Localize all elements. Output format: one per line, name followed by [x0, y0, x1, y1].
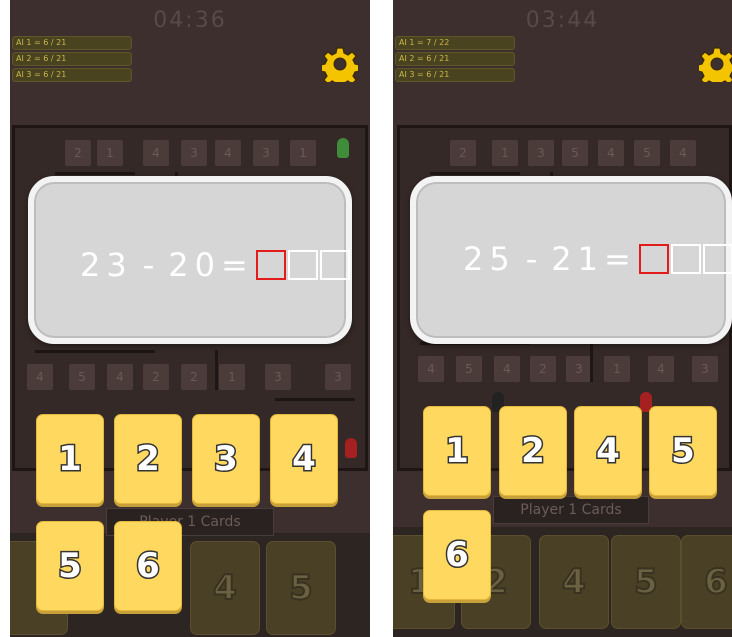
answer-box[interactable] — [287, 250, 318, 280]
board-cell: 4 — [648, 356, 674, 382]
board-cell: 4 — [143, 140, 169, 166]
board-cell: 1 — [604, 356, 630, 382]
board-cell: 3 — [181, 140, 207, 166]
maze-wall — [55, 172, 135, 175]
board-cell: 1 — [492, 140, 518, 166]
red-pawn-icon — [345, 438, 357, 458]
equation: 23 - 20 = — [80, 246, 350, 284]
number-card-6[interactable]: 6 — [114, 521, 182, 611]
operator: - — [142, 246, 161, 284]
operator: - — [525, 240, 544, 278]
answer-box[interactable] — [319, 250, 350, 280]
ai-score: AI 1 = 6 / 21 — [12, 36, 132, 50]
board-cell: 3 — [692, 356, 718, 382]
board-cell: 3 — [265, 364, 291, 390]
answer-box[interactable] — [670, 244, 701, 274]
ai-score-list: AI 1 = 7 / 22 AI 2 = 6 / 21 AI 3 = 6 / 2… — [395, 36, 515, 84]
operand-b: 20 — [168, 246, 221, 284]
operand-a: 23 — [80, 246, 133, 284]
timer: 03:44 — [525, 8, 600, 33]
board-cell: 2 — [530, 356, 556, 382]
ai-score: AI 2 = 6 / 21 — [395, 52, 515, 66]
board-cell: 3 — [325, 364, 351, 390]
operand-a: 25 — [463, 240, 516, 278]
maze-wall — [275, 398, 355, 401]
hand-card[interactable]: 4 — [190, 541, 260, 635]
number-card-2[interactable]: 2 — [114, 414, 182, 504]
equals-sign: = — [603, 240, 637, 278]
board-cell: 2 — [450, 140, 476, 166]
board-cell: 4 — [107, 364, 133, 390]
board-cell: 4 — [494, 356, 520, 382]
board-cell: 5 — [456, 356, 482, 382]
ai-score: AI 3 = 6 / 21 — [12, 68, 132, 82]
number-card-5[interactable]: 5 — [649, 406, 717, 496]
green-pawn-icon — [337, 138, 349, 158]
number-card-4[interactable]: 4 — [270, 414, 338, 504]
board-cell: 2 — [143, 364, 169, 390]
board-cell: 4 — [670, 140, 696, 166]
answer-box[interactable] — [255, 250, 286, 280]
board-cell: 3 — [566, 356, 592, 382]
board-cell: 4 — [598, 140, 624, 166]
number-card-6[interactable]: 6 — [423, 510, 491, 600]
player-cards-label: Player 1 Cards — [493, 496, 649, 524]
board-cell: 5 — [562, 140, 588, 166]
board-cell: 5 — [69, 364, 95, 390]
board-cell: 4 — [27, 364, 53, 390]
equals-sign: = — [220, 246, 254, 284]
gear-icon[interactable] — [322, 46, 358, 82]
number-card-2[interactable]: 2 — [499, 406, 567, 496]
ai-score: AI 1 = 7 / 22 — [395, 36, 515, 50]
number-card-5[interactable]: 5 — [36, 521, 104, 611]
hand-card[interactable]: 5 — [611, 535, 681, 629]
game-screen-2: 03:44 AI 1 = 7 / 22 AI 2 = 6 / 21 AI 3 =… — [393, 0, 732, 637]
number-card-1[interactable]: 1 — [423, 406, 491, 496]
board-cell: 1 — [219, 364, 245, 390]
maze-wall — [590, 342, 593, 382]
ai-score: AI 2 = 6 / 21 — [12, 52, 132, 66]
operand-b: 21 — [551, 240, 604, 278]
hand-card[interactable]: 4 — [539, 535, 609, 629]
board-cell: 4 — [418, 356, 444, 382]
board-cell: 2 — [65, 140, 91, 166]
equation: 25 - 21 = — [463, 240, 732, 278]
board-cell: 1 — [290, 140, 316, 166]
board-cell: 4 — [215, 140, 241, 166]
board-cell: 3 — [253, 140, 279, 166]
board-cell: 3 — [528, 140, 554, 166]
timer: 04:36 — [153, 8, 227, 33]
answer-box[interactable] — [702, 244, 732, 274]
number-card-3[interactable]: 3 — [192, 414, 260, 504]
hand-card[interactable]: 6 — [681, 535, 732, 629]
board-cell: 1 — [97, 140, 123, 166]
number-card-1[interactable]: 1 — [36, 414, 104, 504]
game-screen-1: 04:36 AI 1 = 6 / 21 AI 2 = 6 / 21 AI 3 =… — [10, 0, 370, 637]
answer-box[interactable] — [638, 244, 669, 274]
number-card-4[interactable]: 4 — [574, 406, 642, 496]
maze-wall — [430, 172, 520, 175]
ai-score: AI 3 = 6 / 21 — [395, 68, 515, 82]
ai-score-list: AI 1 = 6 / 21 AI 2 = 6 / 21 AI 3 = 6 / 2… — [12, 36, 132, 84]
maze-wall — [215, 350, 218, 390]
board-cell: 2 — [181, 364, 207, 390]
maze-wall — [35, 350, 155, 353]
board-cell: 5 — [634, 140, 660, 166]
gear-icon[interactable] — [699, 46, 732, 82]
hand-card[interactable]: 5 — [266, 541, 336, 635]
